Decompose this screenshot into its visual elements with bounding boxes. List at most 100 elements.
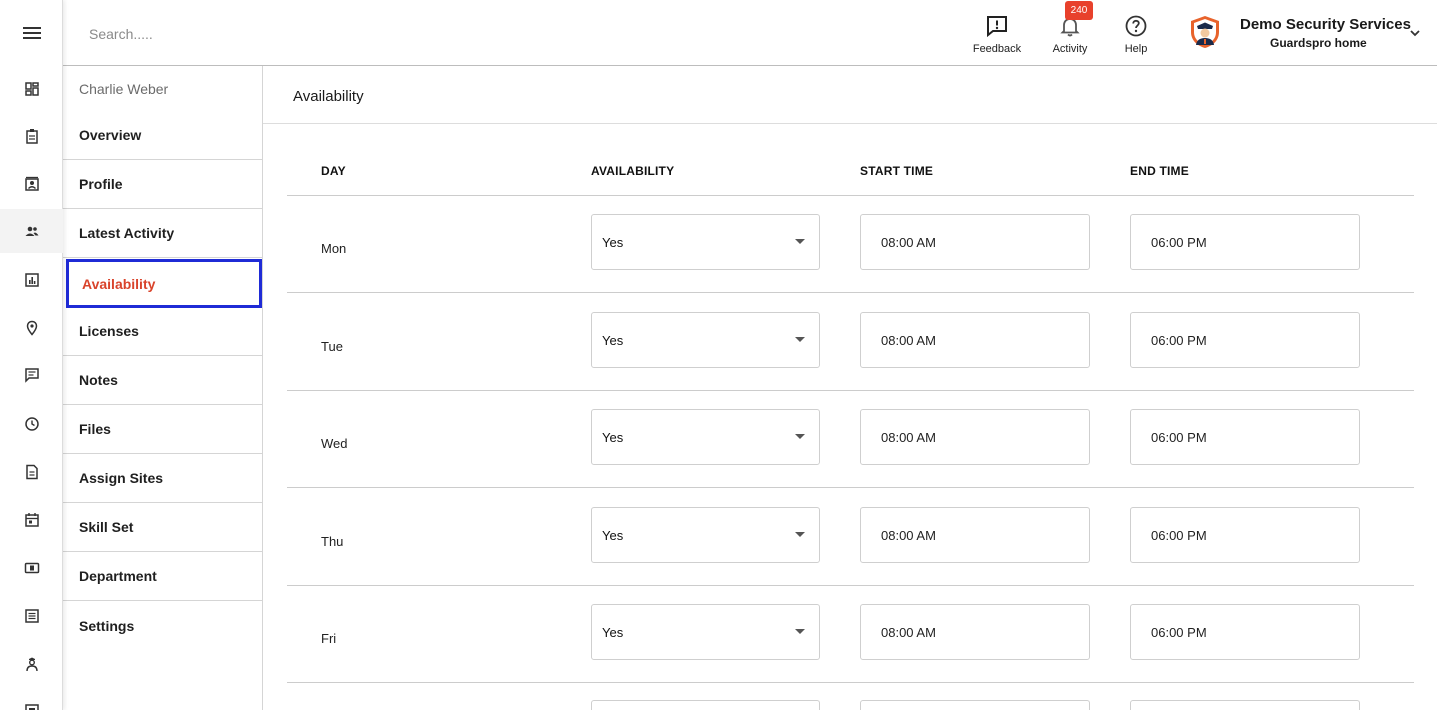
end-time-input[interactable]: 06:00 PM — [1130, 214, 1360, 270]
subnav-item-notes[interactable]: Notes — [63, 356, 262, 405]
availability-select[interactable]: Yes — [591, 409, 820, 465]
dashboard-icon — [24, 82, 39, 96]
contact-card-icon — [24, 176, 39, 191]
menu-icon — [22, 27, 41, 39]
dropdown-caret-icon — [795, 434, 805, 439]
search-input[interactable] — [89, 24, 389, 44]
availability-value: Yes — [602, 332, 624, 348]
list-icon — [24, 609, 39, 623]
feedback-button[interactable]: Feedback — [967, 14, 1027, 60]
table-row: Thu Yes 08:00 AM 06:00 PM — [287, 489, 1414, 586]
column-header-start-time: START TIME — [860, 164, 934, 178]
start-time-input[interactable]: 08:00 AM — [860, 507, 1090, 563]
top-header: Feedback Activity 240 Help Demo Security… — [63, 0, 1437, 66]
people-icon — [25, 226, 38, 236]
subnav-item-files[interactable]: Files — [63, 405, 262, 454]
availability-select[interactable]: Yes — [591, 604, 820, 660]
subnav-item-department[interactable]: Department — [63, 552, 262, 601]
start-time-input[interactable] — [860, 700, 1090, 710]
start-time-input[interactable]: 08:00 AM — [860, 312, 1090, 368]
page-title: Availability — [293, 88, 364, 105]
dropdown-caret-icon — [795, 532, 805, 537]
document-icon — [25, 464, 38, 480]
availability-select[interactable]: Yes — [591, 214, 820, 270]
help-icon — [1124, 14, 1148, 38]
company-name: Demo Security Services — [1240, 16, 1411, 33]
subnav-item-settings[interactable]: Settings — [63, 601, 262, 650]
rail-time[interactable] — [0, 402, 63, 446]
calendar-icon — [24, 513, 39, 527]
account-menu[interactable]: Demo Security Services Guardspro home — [1187, 12, 1427, 56]
column-header-availability: AVAILABILITY — [591, 164, 675, 178]
availability-select[interactable] — [591, 700, 820, 710]
table-row: Wed Yes 08:00 AM 06:00 PM — [287, 391, 1414, 488]
id-card-icon — [24, 704, 39, 710]
dropdown-caret-icon — [795, 629, 805, 634]
money-icon — [24, 562, 39, 574]
subnav-item-overview[interactable]: Overview — [63, 111, 262, 160]
end-time-input[interactable]: 06:00 PM — [1130, 604, 1360, 660]
activity-count-badge: 240 — [1065, 1, 1093, 20]
rail-locations[interactable] — [0, 306, 63, 350]
availability-select[interactable]: Yes — [591, 312, 820, 368]
availability-value: Yes — [602, 429, 624, 445]
icon-rail — [0, 0, 63, 710]
day-label: Fri — [321, 631, 337, 646]
clock-icon — [24, 417, 39, 431]
start-time-input[interactable]: 08:00 AM — [860, 409, 1090, 465]
rail-people[interactable] — [0, 209, 63, 253]
feedback-icon — [985, 14, 1009, 38]
rail-documents[interactable] — [0, 450, 63, 494]
menu-button[interactable] — [0, 11, 63, 55]
table-row: Mon Yes 08:00 AM 06:00 PM — [287, 196, 1414, 293]
chevron-down-icon[interactable] — [1408, 26, 1422, 40]
start-time-input[interactable]: 08:00 AM — [860, 604, 1090, 660]
availability-select[interactable]: Yes — [591, 507, 820, 563]
day-label: Thu — [321, 534, 344, 549]
location-pin-icon — [26, 320, 37, 336]
end-time-input[interactable]: 06:00 PM — [1130, 312, 1360, 368]
day-label: Wed — [321, 436, 348, 451]
availability-value: Yes — [602, 234, 624, 250]
rail-messages[interactable] — [0, 353, 63, 397]
employee-name: Charlie Weber — [79, 81, 169, 97]
rail-clipboard[interactable] — [0, 114, 63, 158]
start-time-input[interactable]: 08:00 AM — [860, 214, 1090, 270]
help-button[interactable]: Help — [1106, 14, 1166, 60]
rail-payroll[interactable] — [0, 546, 63, 590]
divider — [263, 123, 1437, 124]
subnav-item-assign-sites[interactable]: Assign Sites — [63, 454, 262, 503]
rail-guards[interactable] — [0, 642, 63, 686]
guard-user-icon — [25, 657, 38, 672]
subnav-item-profile[interactable]: Profile — [63, 160, 262, 209]
rail-dashboard[interactable] — [0, 67, 63, 111]
help-label: Help — [1124, 43, 1148, 55]
availability-panel: Availability DAY AVAILABILITY START TIME… — [263, 66, 1437, 710]
clipboard-icon — [25, 129, 38, 144]
subnav-item-availability[interactable]: Availability — [66, 259, 262, 308]
subnav-item-latest-activity[interactable]: Latest Activity — [63, 209, 262, 258]
report-chart-icon — [24, 273, 39, 287]
dropdown-caret-icon — [795, 337, 805, 342]
end-time-input[interactable] — [1130, 700, 1360, 710]
account-subtitle: Guardspro home — [1270, 36, 1367, 50]
day-label: Tue — [321, 339, 343, 354]
table-row: Fri Yes 08:00 AM 06:00 PM — [287, 586, 1414, 683]
end-time-input[interactable]: 06:00 PM — [1130, 409, 1360, 465]
activity-label: Activity — [1052, 43, 1088, 55]
employee-subnav: Charlie Weber Overview Profile Latest Ac… — [63, 66, 263, 710]
rail-lists[interactable] — [0, 594, 63, 638]
end-time-input[interactable]: 06:00 PM — [1130, 507, 1360, 563]
availability-value: Yes — [602, 624, 624, 640]
dropdown-caret-icon — [795, 239, 805, 244]
subnav-item-skill-set[interactable]: Skill Set — [63, 503, 262, 552]
feedback-label: Feedback — [972, 43, 1022, 55]
rail-id-cards[interactable] — [0, 688, 63, 710]
rail-calendar[interactable] — [0, 498, 63, 542]
chat-icon — [24, 368, 39, 383]
subnav-item-licenses[interactable]: Licenses — [63, 307, 262, 356]
rail-reports[interactable] — [0, 258, 63, 302]
rail-contacts[interactable] — [0, 162, 63, 206]
company-logo-avatar — [1187, 14, 1223, 50]
activity-button[interactable]: Activity — [1040, 14, 1100, 60]
